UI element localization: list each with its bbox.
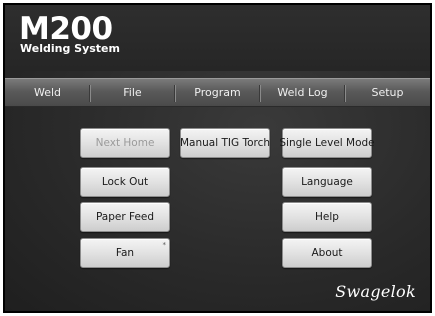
next-home-button-label: Next Home: [95, 137, 155, 149]
app-logo-subtitle: Welding System: [20, 42, 120, 55]
brand-logo: Swagelok: [335, 282, 416, 301]
menu-item-weld-log[interactable]: Weld Log: [260, 79, 345, 106]
menu-item-program[interactable]: Program: [175, 79, 260, 106]
about-button-label: About: [311, 247, 343, 259]
menu-item-file[interactable]: File: [90, 79, 175, 106]
paper-feed-button[interactable]: Paper Feed: [80, 202, 170, 232]
device-frame: M200 Welding System Weld File Program We…: [3, 3, 432, 313]
header: M200 Welding System: [5, 5, 430, 71]
help-button-label: Help: [315, 211, 339, 223]
menu-item-weld[interactable]: Weld: [5, 79, 90, 106]
app-logo-title: M200: [19, 11, 113, 47]
manual-tig-torch-button[interactable]: Manual TIG Torch: [180, 128, 270, 158]
lock-out-button-label: Lock Out: [101, 176, 149, 188]
language-button[interactable]: Language: [282, 167, 372, 197]
fan-button[interactable]: Fan *: [80, 238, 170, 268]
next-home-button[interactable]: Next Home: [80, 128, 170, 158]
help-button[interactable]: Help: [282, 202, 372, 232]
menu-item-setup[interactable]: Setup: [345, 79, 430, 106]
main-screen: M200 Welding System Weld File Program We…: [5, 5, 430, 311]
language-button-label: Language: [301, 176, 353, 188]
manual-tig-torch-button-label: Manual TIG Torch: [179, 137, 271, 149]
lock-out-button[interactable]: Lock Out: [80, 167, 170, 197]
single-level-mode-button[interactable]: Single Level Mode: [279, 128, 375, 158]
fan-indicator-mark: *: [162, 241, 167, 249]
single-level-mode-button-label: Single Level Mode: [279, 137, 375, 149]
fan-button-label: Fan: [115, 247, 135, 259]
main-menu-bar: Weld File Program Weld Log Setup: [5, 78, 430, 107]
about-button[interactable]: About: [282, 238, 372, 268]
paper-feed-button-label: Paper Feed: [95, 211, 155, 223]
